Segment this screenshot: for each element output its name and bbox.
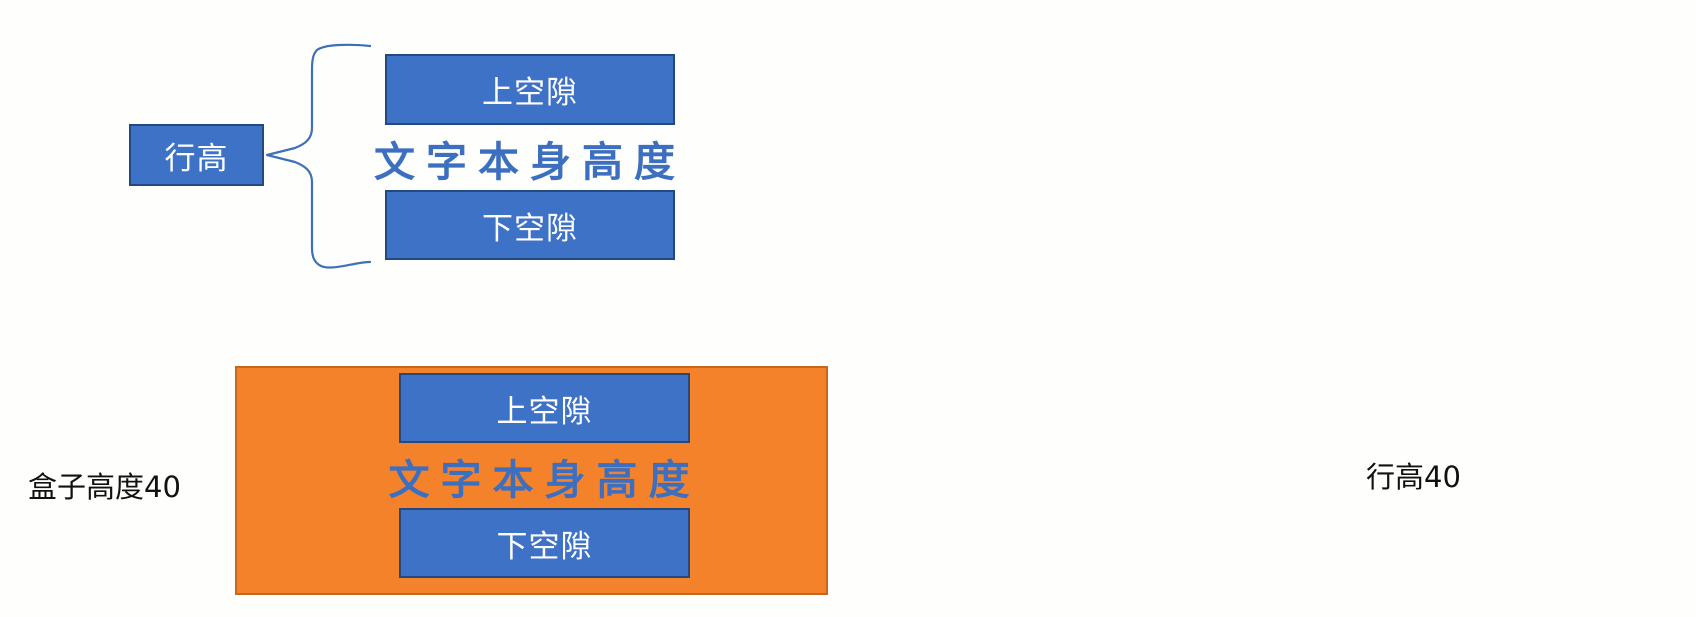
upper-gap-box: 上空隙: [385, 54, 675, 125]
inner-upper-gap-box: 上空隙: [399, 373, 690, 443]
curly-brace: [265, 43, 372, 269]
box-height-label: 盒子高度40: [28, 470, 181, 504]
inner-lower-gap-box: 下空隙: [399, 508, 690, 578]
inner-text-height-label: 文字本身高度: [388, 456, 701, 504]
lower-gap-box: 下空隙: [385, 190, 675, 260]
line-height-40-label: 行高40: [1366, 460, 1461, 494]
text-height-label: 文字本身高度: [374, 138, 686, 186]
line-height-box: 行高: [129, 124, 264, 186]
